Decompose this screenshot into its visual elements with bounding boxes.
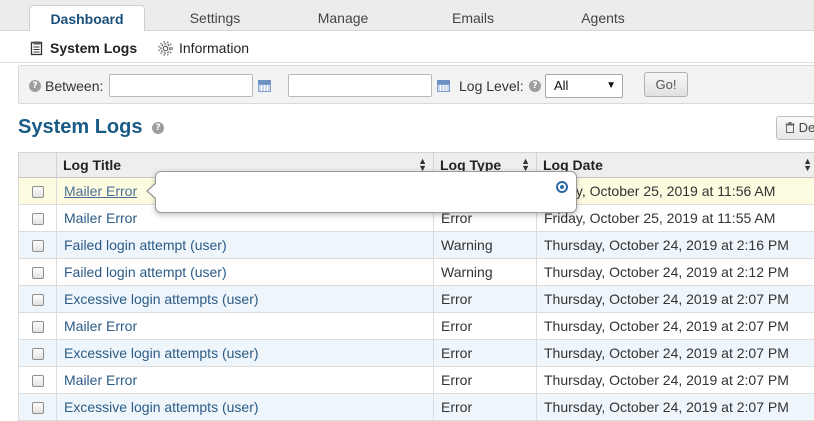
table-row[interactable]: Excessive login attempts (user) Error Th… xyxy=(19,340,814,367)
table-row[interactable]: Excessive login attempts (user) Error Th… xyxy=(19,286,814,313)
go-button[interactable]: Go! xyxy=(644,72,688,97)
sort-icon[interactable]: ▲▼ xyxy=(418,158,427,172)
table-row[interactable]: Failed login attempt (user) Warning Thur… xyxy=(19,232,814,259)
log-title-cell: Excessive login attempts (user) xyxy=(57,286,434,313)
row-checkbox[interactable] xyxy=(32,375,44,387)
log-date-cell: Thursday, October 24, 2019 at 2:07 PM xyxy=(537,286,814,313)
sort-icon[interactable]: ▲▼ xyxy=(521,158,530,172)
delete-button[interactable]: De xyxy=(776,116,814,140)
row-select-cell xyxy=(19,340,57,367)
tab-dashboard[interactable]: Dashboard xyxy=(29,5,145,32)
log-title-link[interactable]: Failed login attempt (user) xyxy=(64,237,227,253)
filter-bar: ? Between: Log Level: ? All ▼ Go! xyxy=(18,65,814,104)
row-select-cell xyxy=(19,205,57,232)
select-column-header xyxy=(19,153,57,178)
row-checkbox[interactable] xyxy=(32,294,44,306)
log-level-value: All xyxy=(554,78,568,93)
column-header-log-date[interactable]: Log Date▲▼ xyxy=(537,153,814,178)
log-type-cell: Error xyxy=(434,340,537,367)
row-select-cell xyxy=(19,286,57,313)
log-type-cell: Error xyxy=(434,367,537,394)
row-checkbox[interactable] xyxy=(32,267,44,279)
log-detail-popup xyxy=(155,171,577,213)
page-title-text: System Logs xyxy=(18,116,142,138)
log-type-cell: Error xyxy=(434,313,537,340)
log-type-cell: Error xyxy=(434,394,537,421)
log-title-link[interactable]: Mailer Error xyxy=(64,372,137,388)
log-title-link[interactable]: Mailer Error xyxy=(64,210,137,226)
log-type-cell: Warning xyxy=(434,259,537,286)
log-title-link[interactable]: Excessive login attempts (user) xyxy=(64,345,259,361)
log-type-cell: Error xyxy=(434,286,537,313)
dropdown-arrow-icon: ▼ xyxy=(606,75,616,97)
log-title-link[interactable]: Mailer Error xyxy=(64,318,137,334)
subnav-information[interactable]: Information xyxy=(158,39,249,57)
log-date-cell: Thursday, October 24, 2019 at 2:07 PM xyxy=(537,394,814,421)
row-checkbox[interactable] xyxy=(32,402,44,414)
calendar-icon[interactable] xyxy=(258,80,271,92)
log-date-cell: Thursday, October 24, 2019 at 2:16 PM xyxy=(537,232,814,259)
tab-emails[interactable]: Emails xyxy=(428,5,518,32)
subnav-system-logs[interactable]: System Logs xyxy=(30,39,137,57)
document-icon xyxy=(30,41,44,60)
help-icon[interactable]: ? xyxy=(529,80,541,92)
row-select-cell xyxy=(19,313,57,340)
log-type-cell: Warning xyxy=(434,232,537,259)
top-tab-bar: Dashboard Settings Manage Emails Agents xyxy=(0,0,814,31)
log-level-label: Log Level: xyxy=(459,78,524,94)
row-select-cell xyxy=(19,232,57,259)
log-title-cell: Excessive login attempts (user) xyxy=(57,340,434,367)
log-title-cell: Failed login attempt (user) xyxy=(57,259,434,286)
between-label: Between: xyxy=(45,78,103,94)
log-title-link[interactable]: Excessive login attempts (user) xyxy=(64,399,259,415)
subnav-information-label: Information xyxy=(179,40,249,56)
log-title-cell: Failed login attempt (user) xyxy=(57,232,434,259)
log-title-cell: Mailer Error xyxy=(57,367,434,394)
log-title-link[interactable]: Failed login attempt (user) xyxy=(64,264,227,280)
page-title: System Logs ? xyxy=(18,116,164,139)
row-checkbox[interactable] xyxy=(32,321,44,333)
log-date-cell: Thursday, October 24, 2019 at 2:07 PM xyxy=(537,367,814,394)
table-row[interactable]: Mailer Error Error Thursday, October 24,… xyxy=(19,367,814,394)
log-title-cell: Excessive login attempts (user) xyxy=(57,394,434,421)
date-from-input[interactable] xyxy=(109,74,253,97)
log-date-cell: Thursday, October 24, 2019 at 2:12 PM xyxy=(537,259,814,286)
table-row[interactable]: Failed login attempt (user) Warning Thur… xyxy=(19,259,814,286)
table-row[interactable]: Excessive login attempts (user) Error Th… xyxy=(19,394,814,421)
gear-icon xyxy=(158,41,173,60)
close-icon[interactable] xyxy=(556,181,568,193)
help-icon[interactable]: ? xyxy=(29,80,41,92)
log-date-cell: Thursday, October 24, 2019 at 2:07 PM xyxy=(537,313,814,340)
calendar-icon[interactable] xyxy=(437,80,450,92)
log-title-link[interactable]: Excessive login attempts (user) xyxy=(64,291,259,307)
row-select-cell xyxy=(19,394,57,421)
tab-manage[interactable]: Manage xyxy=(298,5,388,32)
row-checkbox[interactable] xyxy=(32,348,44,360)
row-select-cell xyxy=(19,367,57,394)
row-select-cell xyxy=(19,178,57,205)
subnav-system-logs-label: System Logs xyxy=(50,40,137,56)
row-select-cell xyxy=(19,259,57,286)
log-date-cell: Friday, October 25, 2019 at 11:56 AM xyxy=(537,178,814,205)
table-row[interactable]: Mailer Error Error Thursday, October 24,… xyxy=(19,313,814,340)
log-title-link[interactable]: Mailer Error xyxy=(64,183,137,199)
tab-agents[interactable]: Agents xyxy=(558,5,648,32)
sort-icon[interactable]: ▲▼ xyxy=(803,158,812,172)
log-level-select[interactable]: All ▼ xyxy=(545,74,623,98)
trash-icon xyxy=(785,120,799,135)
tab-settings[interactable]: Settings xyxy=(170,5,260,32)
column-header-label: Log Title xyxy=(63,157,121,173)
row-checkbox[interactable] xyxy=(32,186,44,198)
delete-button-label: De xyxy=(799,120,814,135)
popup-pointer-fill xyxy=(148,183,157,199)
row-checkbox[interactable] xyxy=(32,240,44,252)
log-date-cell: Thursday, October 24, 2019 at 2:07 PM xyxy=(537,340,814,367)
log-date-cell: Friday, October 25, 2019 at 11:55 AM xyxy=(537,205,814,232)
log-title-cell: Mailer Error xyxy=(57,313,434,340)
date-to-input[interactable] xyxy=(288,74,432,97)
row-checkbox[interactable] xyxy=(32,213,44,225)
sub-navigation: System Logs Information xyxy=(0,31,814,63)
help-icon[interactable]: ? xyxy=(152,122,164,134)
